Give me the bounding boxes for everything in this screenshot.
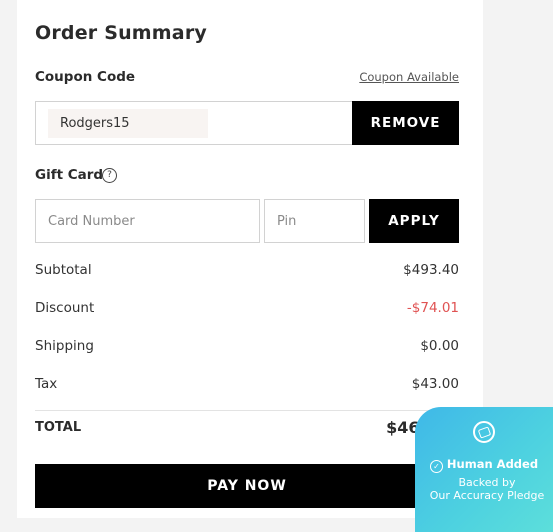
shipping-row: Shipping $0.00 [35, 338, 459, 358]
tax-label: Tax [35, 376, 58, 392]
badge-line-2: Our Accuracy Pledge [429, 489, 545, 502]
pin-input[interactable] [264, 199, 365, 243]
badge-title: ✓ Human Added [415, 457, 553, 473]
subtotal-value: $493.40 [403, 262, 459, 278]
card-number-input[interactable] [35, 199, 260, 243]
badge-title-text: Human Added [446, 457, 539, 471]
shipping-label: Shipping [35, 338, 94, 354]
subtotal-row: Subtotal $493.40 [35, 262, 459, 282]
accuracy-pledge-badge[interactable]: ✓ Human Added Backed by Our Accuracy Pled… [415, 407, 553, 532]
discount-row: Discount -$74.01 [35, 300, 459, 320]
page-title: Order Summary [35, 22, 207, 44]
tax-value: $43.00 [411, 376, 459, 392]
total-label: TOTAL [35, 420, 82, 435]
badge-subtitle: Backed by Our Accuracy Pledge [415, 476, 553, 502]
badge-line-1: Backed by [458, 476, 516, 489]
total-row: TOTAL $462.39 [35, 418, 459, 440]
coupon-available-link[interactable]: Coupon Available [359, 70, 459, 84]
coupon-field: Rodgers15 [35, 101, 352, 145]
subtotal-label: Subtotal [35, 262, 92, 278]
discount-label: Discount [35, 300, 95, 316]
apply-gift-card-button[interactable]: APPLY [369, 199, 459, 243]
tax-row: Tax $43.00 [35, 376, 459, 396]
pay-now-button[interactable]: PAY NOW [35, 464, 459, 508]
applied-coupon-chip: Rodgers15 [48, 109, 208, 138]
gift-card-label: Gift Card [35, 167, 104, 183]
coupon-code-label: Coupon Code [35, 69, 136, 85]
discount-value: -$74.01 [406, 300, 459, 316]
shipping-value: $0.00 [420, 338, 459, 354]
question-icon[interactable]: ? [102, 168, 117, 183]
remove-coupon-button[interactable]: REMOVE [352, 101, 459, 145]
check-circle-icon: ✓ [429, 460, 443, 473]
chat-bubble-icon [473, 421, 495, 443]
total-divider [35, 410, 459, 411]
